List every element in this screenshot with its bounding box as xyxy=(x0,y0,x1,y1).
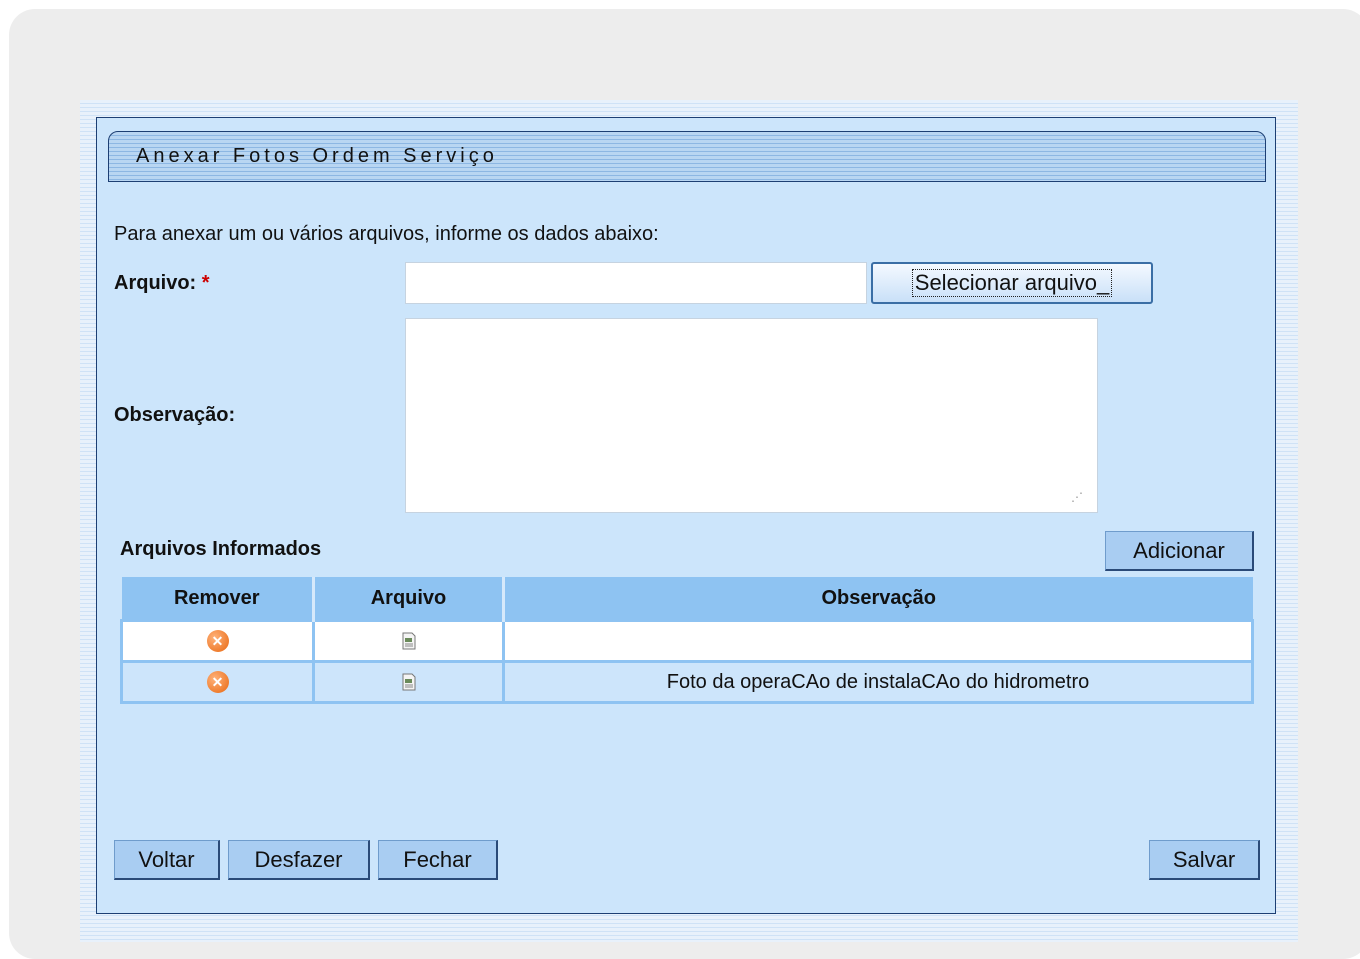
file-cell xyxy=(312,660,505,704)
remove-icon[interactable]: ✕ xyxy=(206,630,229,653)
remove-cell: ✕ xyxy=(120,660,315,704)
add-button[interactable]: Adicionar xyxy=(1105,531,1254,571)
remove-icon[interactable]: ✕ xyxy=(206,671,229,694)
column-header-observacao: Observação xyxy=(503,577,1253,621)
observacao-label: Observação: xyxy=(114,404,236,426)
salvar-button[interactable]: Salvar xyxy=(1149,840,1260,880)
file-cell xyxy=(312,619,505,663)
select-file-button[interactable]: Selecionar arquivo_ xyxy=(871,262,1153,304)
observacao-textarea[interactable] xyxy=(405,318,1098,513)
arquivo-label: Arquivo: * xyxy=(114,272,210,295)
form-instructions: Para anexar um ou vários arquivos, infor… xyxy=(114,223,659,245)
desfazer-button[interactable]: Desfazer xyxy=(228,840,370,880)
document-icon[interactable] xyxy=(401,632,417,650)
files-section-title: Arquivos Informados xyxy=(120,538,322,560)
voltar-button[interactable]: Voltar xyxy=(114,840,220,880)
observacao-cell xyxy=(502,619,1254,663)
resize-grip-icon[interactable]: ⋰ xyxy=(1071,490,1083,504)
table-header-row: Remover Arquivo Observação xyxy=(121,577,1253,621)
required-marker: * xyxy=(201,272,210,294)
table-row: ✕ Foto da operaCAo de instalaCAo do hidr… xyxy=(120,660,1254,704)
column-header-arquivo: Arquivo xyxy=(313,577,505,621)
fechar-button[interactable]: Fechar xyxy=(378,840,498,880)
document-icon[interactable] xyxy=(401,673,417,691)
arquivo-file-input[interactable] xyxy=(405,262,867,304)
select-file-button-label: Selecionar arquivo_ xyxy=(911,269,1113,297)
table-row: ✕ xyxy=(120,619,1254,663)
files-table: Remover Arquivo Observação ✕ ✕ Foto da o… xyxy=(120,577,1254,704)
arquivo-label-text: Arquivo: xyxy=(114,272,197,294)
observacao-cell: Foto da operaCAo de instalaCAo do hidrom… xyxy=(502,660,1254,704)
remove-cell: ✕ xyxy=(120,619,315,663)
column-header-remover: Remover xyxy=(121,577,315,621)
page-title: Anexar Fotos Ordem Serviço xyxy=(136,145,498,167)
